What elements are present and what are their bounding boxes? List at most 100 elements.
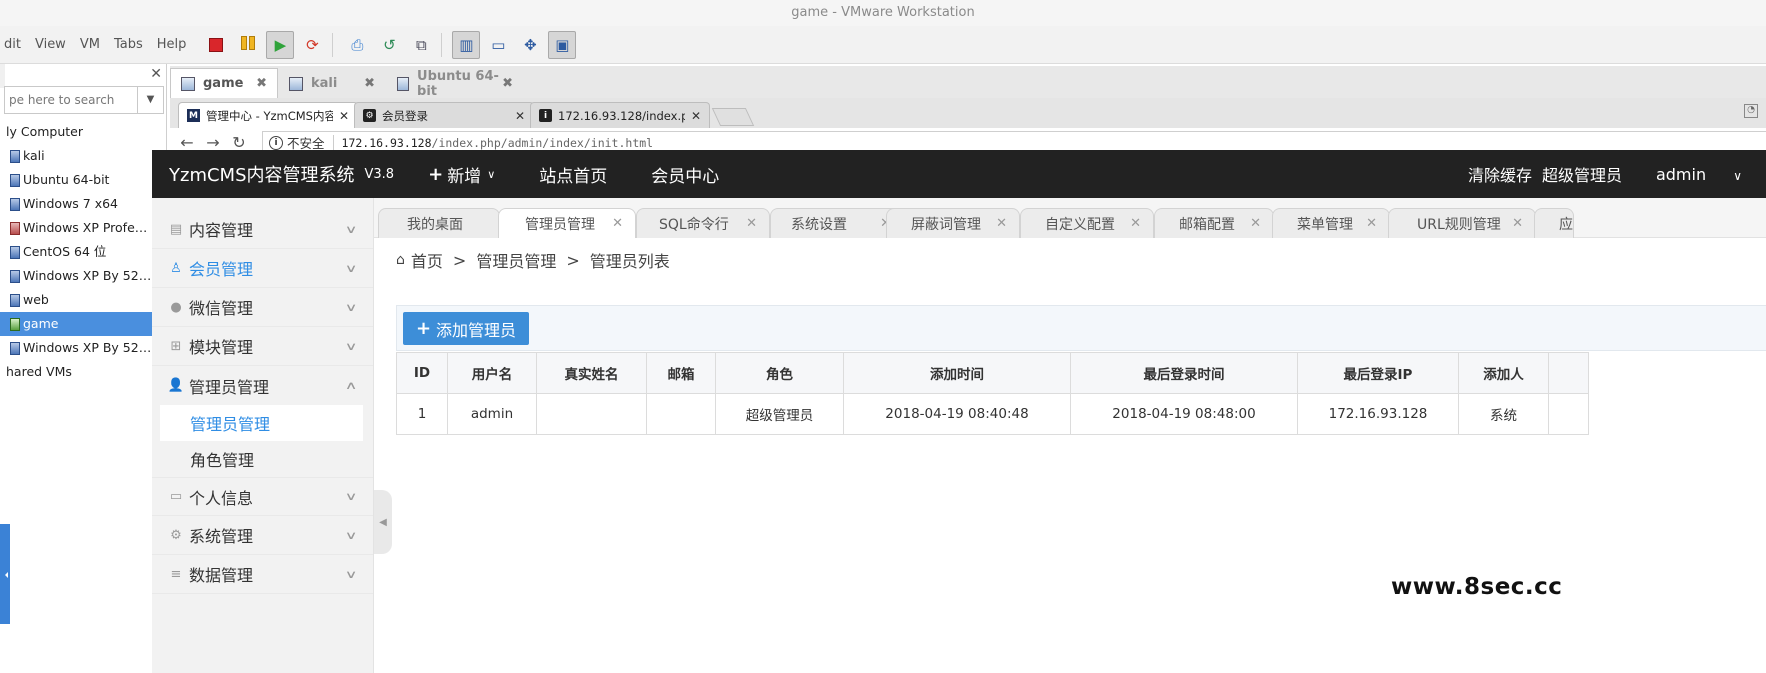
snapshot-button[interactable]: ⎙ [343, 31, 371, 59]
profile-icon[interactable]: ◔ [1744, 104, 1758, 118]
tab-overflow[interactable]: 应 [1534, 208, 1574, 238]
browser-tab-admin[interactable]: M 管理中心 - YzmCMS内容管 ✕ [178, 102, 358, 128]
user-menu[interactable]: admin ∨ [1634, 165, 1742, 184]
vm-tab-ubuntu[interactable]: Ubuntu 64-bit ✖ [386, 68, 524, 99]
suspend-button[interactable] [234, 31, 262, 59]
library-item-kali[interactable]: kali [0, 144, 167, 168]
column-header[interactable]: 邮箱 [646, 352, 716, 394]
library-item-winxp-52-b[interactable]: Windows XP By 52… [0, 336, 167, 360]
show-library-button[interactable]: ▥ [452, 30, 481, 59]
library-item-win7[interactable]: Windows 7 x64 [0, 192, 167, 216]
breadcrumb-admin-manage[interactable]: 管理员管理 [476, 248, 556, 272]
column-header[interactable]: 角色 [715, 352, 844, 394]
menu-edit[interactable]: dit [4, 37, 21, 52]
tab-my-desktop[interactable]: 我的桌面 [378, 208, 500, 238]
reset-button[interactable]: ⟳ [298, 31, 326, 59]
tab-custom-config[interactable]: 自定义配置 ✕ [1020, 208, 1154, 238]
library-item-centos[interactable]: CentOS 64 位 [0, 240, 167, 264]
column-header[interactable]: 用户名 [447, 352, 537, 394]
menu-vm[interactable]: VM [80, 37, 100, 52]
nav-site-home[interactable]: 站点首页 [539, 162, 607, 187]
sidebar-item-wechat[interactable]: ● 微信管理 ∨ [152, 288, 373, 327]
breadcrumb-home[interactable]: 首页 [411, 248, 443, 272]
clear-cache-link[interactable]: 清除缓存 [1468, 162, 1532, 186]
library-item-shared-vms[interactable]: hared VMs [0, 360, 167, 384]
cms-logo[interactable]: YzmCMS内容管理系统 [169, 161, 355, 187]
close-tab-icon[interactable]: ✕ [746, 216, 757, 231]
site-info-icon[interactable]: i [269, 135, 283, 150]
library-item-ubuntu[interactable]: Ubuntu 64-bit [0, 168, 167, 192]
tab-menu-manage[interactable]: 菜单管理 ✕ [1272, 208, 1390, 238]
close-tab-icon[interactable]: ✕ [339, 109, 349, 123]
library-item-game[interactable]: game [0, 312, 167, 336]
browser-tab-member-login[interactable]: ⚙ 会员登录 ✕ [354, 102, 534, 128]
column-header[interactable]: 最后登录IP [1297, 352, 1459, 394]
close-tab-icon[interactable]: ✕ [691, 109, 701, 123]
close-tab-icon[interactable]: ✖ [502, 76, 513, 91]
cell-role: 超级管理员 [715, 393, 844, 435]
close-tab-icon[interactable]: ✕ [1512, 216, 1523, 231]
vm-tab-kali[interactable]: kali ✖ [278, 68, 386, 98]
sidebar-item-profile[interactable]: ▭ 个人信息 ∨ [152, 477, 373, 516]
menu-view[interactable]: View [35, 37, 66, 52]
user-icon: 👤 [167, 378, 185, 393]
library-item-web[interactable]: web [0, 288, 167, 312]
close-tab-icon[interactable]: ✕ [612, 216, 623, 231]
document-icon: ▤ [169, 221, 183, 237]
sidebar-collapse-toggle[interactable]: ◀ [374, 490, 392, 554]
power-on-button[interactable]: ▶ [266, 30, 295, 59]
sidebar-subitem-admin-manage[interactable]: 管理员管理 [160, 405, 363, 441]
action-panel: + 添加管理员 [396, 305, 1766, 351]
close-tab-icon[interactable]: ✕ [515, 109, 525, 123]
sidebar-item-system[interactable]: ⚙ 系统管理 ∨ [152, 516, 373, 555]
close-tab-icon[interactable]: ✕ [1366, 216, 1377, 231]
sidebar-item-data[interactable]: ≡ 数据管理 ∨ [152, 555, 373, 594]
menu-tabs[interactable]: Tabs [114, 37, 143, 52]
tab-system-settings[interactable]: 系统设置✕ [770, 208, 904, 238]
close-library-icon[interactable]: ✕ [150, 66, 162, 82]
add-admin-button[interactable]: + 添加管理员 [403, 312, 529, 345]
cms-tab-bar: 我的桌面 管理员管理✕ SQL命令行✕ 系统设置✕ 屏蔽词管理✕ 自定义配置✕ … [374, 198, 1766, 238]
close-tab-icon[interactable]: ✕ [1250, 216, 1261, 231]
tab-mail-config[interactable]: 邮箱配置 ✕ [1154, 208, 1274, 238]
table-row[interactable]: 1 admin 超级管理员 2018-04-19 08:40:48 2018-0… [396, 393, 1589, 435]
library-item-winxp-pro[interactable]: Windows XP Profe… [0, 216, 167, 240]
unity-button[interactable]: ▣ [548, 30, 577, 59]
close-tab-icon[interactable]: ✖ [364, 76, 375, 91]
column-header[interactable]: 添加人 [1458, 352, 1549, 394]
browser-tab-index[interactable]: i 172.16.93.128/index.ph ✕ [530, 102, 710, 128]
nav-member-center[interactable]: 会员中心 [651, 162, 719, 187]
vm-tab-game[interactable]: game ✖ [170, 68, 278, 98]
column-header[interactable]: 真实姓名 [536, 352, 647, 394]
tab-filter-words[interactable]: 屏蔽词管理 ✕ [886, 208, 1020, 238]
close-tab-icon[interactable]: ✕ [996, 216, 1007, 231]
chevron-down-icon[interactable]: ▼ [137, 87, 163, 113]
close-tab-icon[interactable]: ✕ [1130, 216, 1141, 231]
tab-admin-manage[interactable]: 管理员管理 ✕ [498, 208, 636, 238]
full-screen-button[interactable]: ✥ [516, 31, 544, 59]
sidebar-item-admin[interactable]: 👤 管理员管理 ∧ [152, 366, 373, 405]
sidebar-item-member[interactable]: ♙ 会员管理 ∨ [152, 249, 373, 288]
sidebar-item-module[interactable]: ⊞ 模块管理 ∨ [152, 327, 373, 366]
library-item-winxp-52-a[interactable]: Windows XP By 52… [0, 264, 167, 288]
sidebar-subitem-role-manage[interactable]: 角色管理 [152, 441, 373, 477]
library-search-input[interactable]: pe here to search ▼ [4, 86, 164, 114]
close-tab-icon[interactable]: ✖ [256, 76, 267, 91]
power-off-button[interactable] [202, 31, 230, 59]
library-collapse-handle[interactable] [0, 524, 10, 624]
vm-tab-bar: game ✖ kali ✖ Ubuntu 64-bit ✖ [170, 66, 1766, 99]
column-header[interactable]: 最后登录时间 [1070, 352, 1298, 394]
tab-url-rules[interactable]: URL规则管理 ✕ [1388, 208, 1536, 238]
nav-add-dropdown[interactable]: + 新增 ∨ [428, 162, 495, 187]
menu-help[interactable]: Help [157, 37, 187, 52]
breadcrumb: ⌂ 首页 > 管理员管理 > 管理员列表 [396, 248, 670, 272]
library-item-my-computer[interactable]: ly Computer [0, 120, 167, 144]
thumbnail-bar-button[interactable]: ▭ [484, 31, 512, 59]
column-header[interactable]: ID [396, 352, 448, 394]
revert-snapshot-button[interactable]: ↺ [375, 31, 403, 59]
column-header[interactable]: 添加时间 [843, 352, 1071, 394]
tab-sql[interactable]: SQL命令行 ✕ [636, 208, 770, 238]
snapshot-manager-button[interactable]: ⧉ [407, 31, 435, 59]
new-tab-button[interactable] [711, 108, 755, 126]
sidebar-item-content[interactable]: ▤ 内容管理 ∨ [152, 210, 373, 249]
